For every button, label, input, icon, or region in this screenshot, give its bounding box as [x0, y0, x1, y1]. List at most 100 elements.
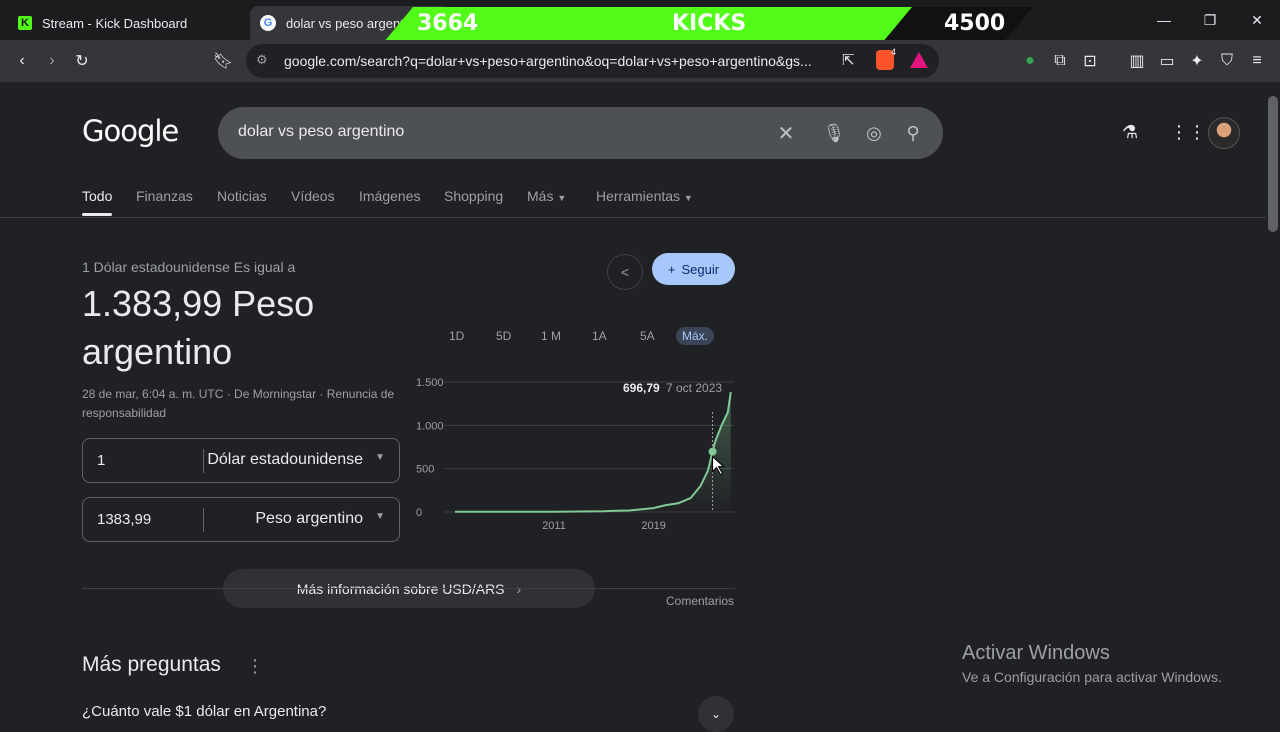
tooltip-value: 696,79 — [623, 381, 660, 395]
back-icon[interactable]: ‹ — [10, 49, 34, 73]
sidebar-icon[interactable]: ▥ — [1125, 49, 1149, 73]
brave-rewards-icon[interactable] — [910, 52, 928, 68]
x-tick-label: 2011 — [542, 520, 566, 532]
hover-point — [708, 447, 717, 456]
share-page-icon[interactable]: ⇱ — [842, 51, 855, 69]
equals-label: 1 Dólar estadounidense Es igual a — [82, 259, 296, 275]
reload-icon[interactable]: ↻ — [70, 49, 94, 73]
range-1a[interactable]: 1A — [588, 327, 611, 345]
tab-title: Stream - Kick Dashboard — [42, 15, 188, 31]
x-tick-label: 2019 — [641, 520, 665, 532]
range-5a[interactable]: 5A — [636, 327, 659, 345]
wallet-icon[interactable]: ▭ — [1155, 49, 1179, 73]
tooltip-date: 7 oct 2023 — [666, 381, 722, 395]
tab-mas-label: Más — [527, 188, 554, 204]
source-meta: 28 de mar, 6:04 a. m. UTC · De Morningst… — [82, 387, 395, 420]
divider — [82, 588, 735, 589]
y-tick-label: 500 — [416, 464, 434, 476]
site-info-icon[interactable]: ⚙︎ — [256, 52, 268, 68]
browser-toolbar: ‹ › ↻ 🔖︎ ⚙︎ google.com/search?q=dolar+vs… — [0, 40, 1280, 82]
tab-herramientas-label: Herramientas — [596, 188, 681, 204]
kicks-goal: 4500 — [944, 11, 1006, 36]
search-icon[interactable]: ⚲ — [900, 120, 926, 146]
series-area — [455, 392, 731, 512]
search-box[interactable]: dolar vs peso argentino ✕ 🎙︎ ◎ ⚲ — [218, 107, 943, 159]
caret-down-icon: ▼ — [375, 452, 385, 463]
kicks-label: KICKS — [672, 11, 747, 36]
tab-videos[interactable]: Vídeos — [291, 188, 335, 204]
caret-down-icon: ▼ — [683, 193, 693, 203]
minimize-icon[interactable]: — — [1152, 8, 1176, 32]
tab-shopping[interactable]: Shopping — [444, 188, 503, 204]
bookmark-icon[interactable]: 🔖︎ — [211, 49, 235, 73]
to-currency-select[interactable]: Peso argentino — [255, 510, 363, 528]
labs-icon[interactable]: ⚗ — [1122, 122, 1138, 143]
tab-noticias[interactable]: Noticias — [217, 188, 267, 204]
tab-finanzas[interactable]: Finanzas — [136, 188, 193, 204]
tab-todo[interactable]: Todo — [82, 188, 112, 204]
watermark-title: Activar Windows — [962, 642, 1110, 664]
tab-mas[interactable]: Más ▼ — [527, 188, 566, 204]
comments-link[interactable]: Comentarios — [666, 594, 734, 608]
active-tab-indicator — [82, 213, 112, 216]
tab-kick-dashboard[interactable]: K Stream - Kick Dashboard — [8, 6, 248, 40]
follow-button[interactable]: + Seguir — [652, 253, 735, 285]
apps-grid-icon[interactable]: ⋮⋮ — [1170, 122, 1206, 143]
to-amount-field[interactable]: 1383,99 Peso argentino ▼ — [82, 497, 400, 542]
y-tick-label: 1.500 — [416, 377, 444, 389]
range-1m[interactable]: 1 M — [537, 327, 565, 345]
more-questions-title: Más preguntas — [82, 653, 221, 676]
range-max[interactable]: Máx. — [676, 327, 715, 345]
shield-badge: 4 — [891, 47, 897, 57]
field-separator — [203, 508, 204, 532]
kick-icon: K — [18, 16, 32, 30]
clear-icon[interactable]: ✕ — [773, 120, 799, 146]
exchange-rate-chart[interactable]: 1.500 1.000 500 0 2011 2019 696,79 7 oct 2023 — [410, 372, 740, 547]
conversion-result: 1.383,99 Peso argentino — [82, 283, 315, 372]
from-amount-field[interactable]: 1 Dólar estadounidense ▼ — [82, 438, 400, 483]
restore-icon[interactable]: ❐ — [1198, 8, 1222, 32]
chevron-down-icon[interactable]: ⌄ — [698, 696, 734, 732]
range-1d[interactable]: 1D — [445, 327, 468, 345]
watermark-subtitle: Ve a Configuración para activar Windows. — [962, 669, 1222, 685]
scrollbar[interactable] — [1268, 96, 1278, 232]
to-amount[interactable]: 1383,99 — [97, 511, 151, 528]
kicks-current: 3664 — [417, 11, 479, 36]
vpn-icon[interactable]: ⛉ — [1215, 49, 1239, 73]
close-window-icon[interactable]: ✕ — [1245, 8, 1269, 32]
caret-down-icon: ▼ — [375, 511, 385, 522]
url-text[interactable]: google.com/search?q=dolar+vs+peso+argent… — [284, 53, 829, 69]
menu-icon[interactable]: ≡ — [1245, 49, 1269, 73]
question-item[interactable]: ¿Cuánto vale $1 dólar en Argentina? — [82, 703, 326, 720]
forward-icon[interactable]: › — [40, 49, 64, 73]
search-results-page: Google dolar vs peso argentino ✕ 🎙︎ ◎ ⚲ … — [0, 82, 1280, 732]
tab-imagenes[interactable]: Imágenes — [359, 188, 420, 204]
nav-divider — [0, 217, 1266, 218]
kicks-goal-bar: 3664 KICKS 4500 — [383, 7, 1033, 43]
windows-activation-watermark: Activar Windows Ve a Configuración para … — [962, 642, 1222, 685]
field-separator — [203, 449, 204, 473]
y-tick-label: 0 — [416, 507, 422, 519]
address-bar[interactable]: ⚙︎ google.com/search?q=dolar+vs+peso+arg… — [246, 44, 939, 78]
more-options-icon[interactable]: ⋮ — [246, 656, 264, 677]
plus-icon: + — [667, 261, 676, 277]
follow-label: Seguir — [681, 261, 720, 277]
range-5d[interactable]: 5D — [492, 327, 515, 345]
search-input[interactable]: dolar vs peso argentino — [238, 123, 404, 141]
caret-down-icon: ▼ — [557, 193, 567, 203]
google-logo[interactable]: Google — [82, 114, 179, 148]
extensions-icon[interactable]: ⧉ — [1048, 49, 1072, 73]
tab-search-icon[interactable]: ⊡ — [1078, 49, 1102, 73]
google-icon: G — [260, 15, 276, 31]
avatar[interactable] — [1208, 117, 1240, 149]
share-icon[interactable]: < — [607, 254, 643, 290]
extension-green-icon[interactable]: ● — [1018, 49, 1042, 73]
y-tick-label: 1.000 — [416, 420, 444, 432]
leo-ai-icon[interactable]: ✦ — [1185, 49, 1209, 73]
from-currency-select[interactable]: Dólar estadounidense — [207, 451, 363, 469]
microphone-icon[interactable]: 🎙︎ — [821, 120, 847, 146]
from-amount[interactable]: 1 — [97, 452, 105, 469]
lens-icon[interactable]: ◎ — [861, 120, 887, 146]
series-line — [455, 391, 732, 513]
tab-herramientas[interactable]: Herramientas ▼ — [596, 188, 693, 204]
